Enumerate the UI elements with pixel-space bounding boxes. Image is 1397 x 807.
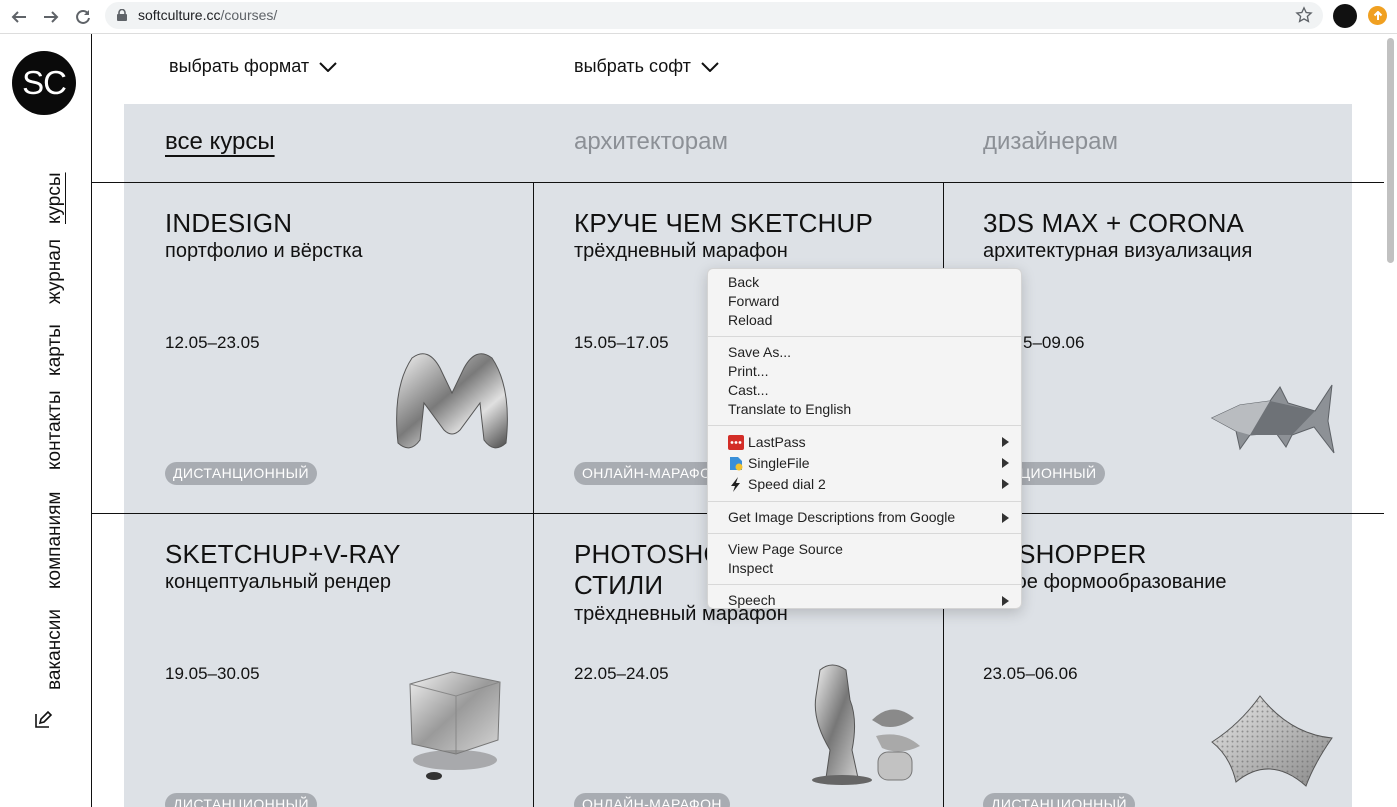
grid-divider bbox=[533, 182, 534, 807]
software-filter[interactable]: выбрать софт bbox=[574, 56, 719, 77]
reload-button[interactable] bbox=[70, 4, 96, 30]
course-subtitle: трёхдневный марафон bbox=[574, 240, 788, 262]
menu-item-speech[interactable]: Speech bbox=[708, 591, 1021, 610]
course-date: 23.05–06.06 bbox=[983, 664, 1078, 683]
menu-item-cast[interactable]: Cast... bbox=[708, 381, 1021, 400]
menu-item-lastpass[interactable]: LastPass bbox=[708, 432, 1021, 453]
course-title-line2: СТИЛИ bbox=[574, 570, 664, 600]
menu-item-back[interactable]: Back bbox=[708, 273, 1021, 292]
submenu-arrow-icon bbox=[1002, 458, 1009, 468]
chrome-hand-plant-image bbox=[812, 664, 920, 785]
course-date: 22.05–24.05 bbox=[574, 664, 669, 683]
course-date: 15.05–17.05 bbox=[574, 333, 669, 352]
edit-icon[interactable] bbox=[33, 710, 53, 730]
course-card[interactable]: INDESIGN портфолио и вёрстка 12.05–23.05… bbox=[124, 183, 533, 513]
course-title: INDESIGN bbox=[165, 208, 293, 238]
site-logo[interactable]: SC bbox=[12, 51, 76, 115]
menu-item-label: LastPass bbox=[748, 434, 806, 450]
course-subtitle: концептуальный рендер bbox=[165, 571, 392, 593]
nav-maps[interactable]: карты bbox=[44, 324, 66, 376]
nav-vacancies[interactable]: вакансии bbox=[44, 609, 66, 690]
menu-separator bbox=[708, 425, 1021, 426]
menu-item-forward[interactable]: Forward bbox=[708, 292, 1021, 311]
url-host: softculture.cc bbox=[138, 7, 221, 23]
submenu-arrow-icon bbox=[1002, 479, 1009, 489]
grid-divider bbox=[92, 182, 1384, 183]
format-filter[interactable]: выбрать формат bbox=[169, 56, 337, 77]
sidebar: SC курсы журнал карты контакты компаниям… bbox=[0, 34, 92, 807]
course-subtitle: портфолио и вёрстка bbox=[165, 240, 363, 262]
perforated-surface-image bbox=[1211, 695, 1333, 787]
course-date: 5–09.06 bbox=[1023, 333, 1085, 352]
nav-contacts[interactable]: контакты bbox=[44, 390, 66, 470]
chrome-letter-m-image bbox=[396, 353, 508, 449]
back-arrow-icon bbox=[11, 11, 26, 23]
menu-item-inspect[interactable]: Inspect bbox=[708, 559, 1021, 578]
menu-item-view-source[interactable]: View Page Source bbox=[708, 540, 1021, 559]
tab-all-courses[interactable]: все курсы bbox=[165, 128, 275, 156]
audience-tabs: все курсы архитекторам дизайнерам bbox=[124, 104, 1352, 183]
menu-item-translate[interactable]: Translate to English bbox=[708, 400, 1021, 419]
course-card[interactable]: SKETCHUP+V-RAY концептуальный рендер 19.… bbox=[124, 514, 533, 807]
format-filter-label: выбрать формат bbox=[169, 56, 310, 76]
course-title: 3DS MAX + CORONA bbox=[983, 208, 1245, 238]
menu-item-image-descriptions[interactable]: Get Image Descriptions from Google bbox=[708, 508, 1021, 527]
format-badge: ОНЛАЙН-МАРАФОН bbox=[574, 793, 730, 807]
menu-item-label: Get Image Descriptions from Google bbox=[728, 509, 956, 525]
forward-button[interactable] bbox=[38, 4, 64, 30]
scrollbar-thumb[interactable] bbox=[1387, 38, 1394, 263]
software-filter-label: выбрать софт bbox=[574, 56, 691, 76]
menu-separator bbox=[708, 533, 1021, 534]
course-title: PHOTOSHO СТИЛИ bbox=[574, 539, 724, 601]
menu-separator bbox=[708, 584, 1021, 585]
forward-arrow-icon bbox=[44, 11, 59, 23]
address-bar[interactable]: softculture.cc/courses/ bbox=[105, 2, 1323, 29]
extension-avatar-icon[interactable] bbox=[1333, 4, 1357, 28]
menu-item-reload[interactable]: Reload bbox=[708, 311, 1021, 330]
extension-update-icon[interactable] bbox=[1368, 6, 1387, 25]
menu-item-speed-dial[interactable]: Speed dial 2 bbox=[708, 474, 1021, 495]
tab-designers[interactable]: дизайнерам bbox=[983, 128, 1118, 156]
menu-item-singlefile[interactable]: SingleFile bbox=[708, 453, 1021, 474]
course-date: 12.05–23.05 bbox=[165, 333, 260, 352]
submenu-arrow-icon bbox=[1002, 437, 1009, 447]
menu-separator bbox=[708, 336, 1021, 337]
lightning-icon bbox=[731, 477, 740, 492]
back-button[interactable] bbox=[6, 4, 32, 30]
menu-separator bbox=[708, 501, 1021, 502]
bookmark-star-icon[interactable] bbox=[1295, 6, 1313, 24]
tab-architects[interactable]: архитекторам bbox=[574, 128, 728, 156]
menu-item-label: Speech bbox=[728, 592, 776, 608]
course-subtitle: архитектурная визуализация bbox=[983, 240, 1253, 262]
page-scrollbar[interactable] bbox=[1384, 34, 1397, 807]
format-badge: ДИСТАНЦИОННЫЙ bbox=[165, 462, 317, 485]
browser-toolbar: softculture.cc/courses/ bbox=[0, 0, 1397, 34]
context-menu: Back Forward Reload Save As... Print... … bbox=[707, 268, 1022, 609]
menu-item-save-as[interactable]: Save As... bbox=[708, 343, 1021, 362]
course-title-line1: PHOTOSHO bbox=[574, 539, 724, 569]
menu-item-print[interactable]: Print... bbox=[708, 362, 1021, 381]
chevron-down-icon bbox=[319, 61, 337, 72]
reload-icon bbox=[76, 9, 90, 24]
nav-companies[interactable]: компаниям bbox=[44, 492, 66, 589]
format-badge: ДИСТАНЦИОННЫЙ bbox=[983, 793, 1135, 807]
nav-courses[interactable]: курсы bbox=[44, 172, 66, 224]
chevron-down-icon bbox=[701, 61, 719, 72]
submenu-arrow-icon bbox=[1002, 513, 1009, 523]
menu-item-label: Speed dial 2 bbox=[748, 476, 826, 492]
lock-icon bbox=[117, 9, 127, 21]
url-text: softculture.cc/courses/ bbox=[138, 7, 277, 23]
course-date: 19.05–30.05 bbox=[165, 664, 260, 683]
course-title: SKETCHUP+V-RAY bbox=[165, 539, 401, 569]
format-badge: ДИСТАНЦИОННЫЙ bbox=[165, 793, 317, 807]
nav-journal[interactable]: журнал bbox=[44, 239, 66, 304]
singlefile-icon bbox=[730, 457, 743, 471]
course-title: КРУЧЕ ЧЕМ SKETCHUP bbox=[574, 208, 874, 238]
url-path: /courses/ bbox=[220, 7, 278, 23]
menu-item-label: SingleFile bbox=[748, 455, 810, 471]
lastpass-icon bbox=[728, 435, 744, 450]
glass-cube-image bbox=[409, 671, 501, 780]
lowpoly-shark-image bbox=[1210, 384, 1335, 454]
submenu-arrow-icon bbox=[1002, 596, 1009, 606]
